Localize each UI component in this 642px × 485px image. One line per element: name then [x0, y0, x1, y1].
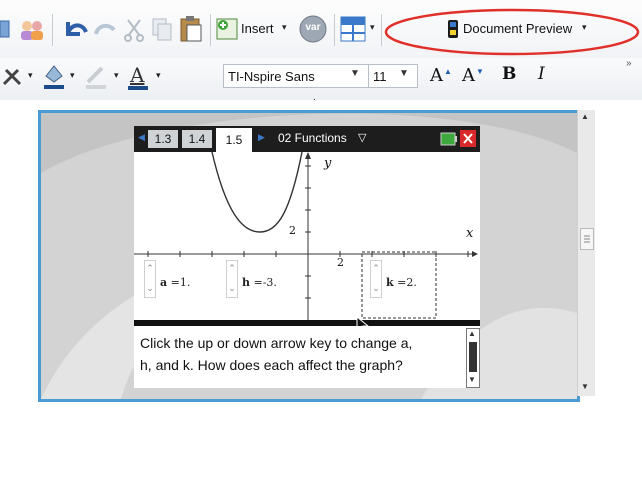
notes-text[interactable]: Click the up or down arrow key to change…: [140, 332, 450, 376]
slider-a-value: 1.: [179, 276, 191, 289]
parabola-curve: [211, 151, 303, 233]
document-title[interactable]: 02 Functions: [278, 131, 347, 145]
font-family-dropdown-icon[interactable]: ▼: [350, 68, 360, 79]
font-size-select[interactable]: 11 ▼: [368, 64, 418, 88]
layout-dropdown-icon[interactable]: ▾: [370, 22, 375, 33]
slider-a-up-icon[interactable]: ⌃: [145, 263, 155, 273]
slider-h-var: h: [242, 276, 250, 289]
font-size-value: 11: [373, 69, 387, 84]
scroll-thumb[interactable]: [580, 228, 594, 250]
insert-icon[interactable]: [216, 18, 238, 40]
x-axis-arrow-icon: [472, 251, 478, 257]
slider-h: h =-3.: [242, 276, 277, 289]
line-color-dropdown-icon[interactable]: ▾: [114, 70, 119, 81]
y-axis-label: y: [324, 156, 332, 171]
grow-font-button[interactable]: A ▲: [428, 64, 454, 88]
tab-1-5[interactable]: 1.5: [216, 128, 252, 152]
scroll-down-icon[interactable]: ▼: [581, 382, 589, 391]
cut-icon[interactable]: [122, 16, 146, 44]
insert-menu-label[interactable]: Insert: [241, 21, 274, 36]
graph-svg: [134, 151, 478, 320]
format-toolbar: ▾ ▾ ▾ A ▾ TI-Nspire Sans ▼ 11 ▼ A ▲ A ▼ …: [0, 58, 642, 101]
shrink-font-button[interactable]: A ▼: [460, 64, 486, 88]
x-axis-label: x: [466, 226, 474, 241]
notes-scrollbar[interactable]: ▲ ▼: [466, 328, 480, 388]
layout-icon[interactable]: [340, 16, 366, 42]
font-color-icon[interactable]: A: [124, 62, 152, 92]
document-title-dropdown-icon[interactable]: ▽: [358, 131, 366, 144]
font-family-value: TI-Nspire Sans: [228, 69, 315, 84]
tab-right-arrow-icon[interactable]: ▶: [258, 132, 265, 143]
slider-k-value: 2.: [406, 276, 417, 289]
redo-icon[interactable]: [92, 16, 118, 44]
vertical-scrollbar[interactable]: ▲ ▼: [577, 110, 595, 396]
undo-icon[interactable]: [60, 16, 90, 44]
slider-a-down-icon[interactable]: ⌄: [145, 283, 155, 293]
notes-scroll-up-icon[interactable]: ▲: [468, 329, 476, 338]
slider-k-up-icon[interactable]: ⌃: [371, 263, 381, 273]
document-preview-label[interactable]: Document Preview: [463, 21, 572, 36]
slider-k-down-icon[interactable]: ⌄: [371, 283, 381, 293]
separator: [334, 14, 335, 46]
fill-color-icon[interactable]: [40, 62, 68, 92]
notes-line-2: h, and k. How does each affect the graph…: [140, 357, 403, 373]
fill-color-dropdown-icon[interactable]: ▾: [70, 70, 75, 81]
line-color-icon[interactable]: [82, 62, 110, 92]
separator: [210, 14, 211, 46]
x-tick-label: 2: [337, 256, 344, 269]
tab-1-3[interactable]: 1.3: [148, 130, 178, 148]
scroll-up-icon[interactable]: ▲: [581, 112, 589, 121]
shrink-arrow-icon: ▼: [476, 67, 484, 76]
document-icon[interactable]: [0, 18, 12, 40]
var-button[interactable]: var: [298, 14, 328, 44]
italic-button[interactable]: I: [538, 64, 558, 88]
tools-dropdown-icon[interactable]: ▾: [28, 70, 33, 81]
slider-k: k =2.: [386, 276, 417, 289]
notes-scroll-down-icon[interactable]: ▼: [468, 375, 476, 384]
grow-arrow-icon: ▲: [444, 67, 452, 76]
slider-k-stepper[interactable]: ⌃ ⌄: [370, 260, 382, 298]
paste-icon[interactable]: [178, 14, 204, 44]
slider-a: a =1.: [160, 276, 191, 289]
slider-a-var: a: [160, 276, 168, 289]
slider-a-stepper[interactable]: ⌃ ⌄: [144, 260, 156, 298]
slider-h-value: -3.: [262, 276, 277, 289]
document-preview-dropdown-icon[interactable]: ▾: [582, 22, 587, 33]
slider-h-down-icon[interactable]: ⌄: [227, 283, 237, 293]
bold-button[interactable]: B: [502, 64, 522, 88]
users-icon[interactable]: [18, 18, 46, 42]
separator: [52, 14, 53, 46]
graph-area[interactable]: y x 2 2 ⌃ ⌄ a =1. ⌃ ⌄ h =-3. ⌃ ⌄ k =2.: [134, 151, 480, 320]
slider-k-var: k: [386, 276, 394, 289]
font-color-dropdown-icon[interactable]: ▾: [156, 70, 161, 81]
main-toolbar: Insert ▾ var ▾ Document Preview ▾: [0, 0, 642, 59]
slider-h-stepper[interactable]: ⌃ ⌄: [226, 260, 238, 298]
var-label: var: [305, 22, 321, 33]
device-icon: [446, 19, 460, 39]
notes-scroll-thumb[interactable]: [469, 342, 477, 372]
tab-left-arrow-icon[interactable]: ◀: [138, 132, 145, 143]
battery-icon: [440, 132, 457, 146]
notes-line-1: Click the up or down arrow key to change…: [140, 335, 413, 351]
y-tick-label: 2: [289, 224, 296, 237]
font-size-dropdown-icon[interactable]: ▼: [399, 68, 409, 79]
slider-h-up-icon[interactable]: ⌃: [227, 263, 237, 273]
tools-icon[interactable]: [0, 64, 24, 90]
insert-dropdown-icon[interactable]: ▾: [282, 22, 287, 33]
notes-panel[interactable]: Click the up or down arrow key to change…: [134, 326, 480, 388]
y-axis-arrow-icon: [305, 152, 311, 159]
page-tab-bar: ◀ 1.3 1.4 1.5 ▶ 02 Functions ▽: [134, 126, 480, 152]
copy-icon[interactable]: [150, 16, 174, 44]
toolbar-overflow-button[interactable]: »: [626, 58, 632, 69]
font-family-select[interactable]: TI-Nspire Sans ▼: [223, 64, 371, 88]
close-button[interactable]: [460, 130, 476, 147]
handheld-screen: ◀ 1.3 1.4 1.5 ▶ 02 Functions ▽ y x 2 2 ⌃…: [134, 126, 480, 388]
tab-1-4[interactable]: 1.4: [182, 130, 212, 148]
